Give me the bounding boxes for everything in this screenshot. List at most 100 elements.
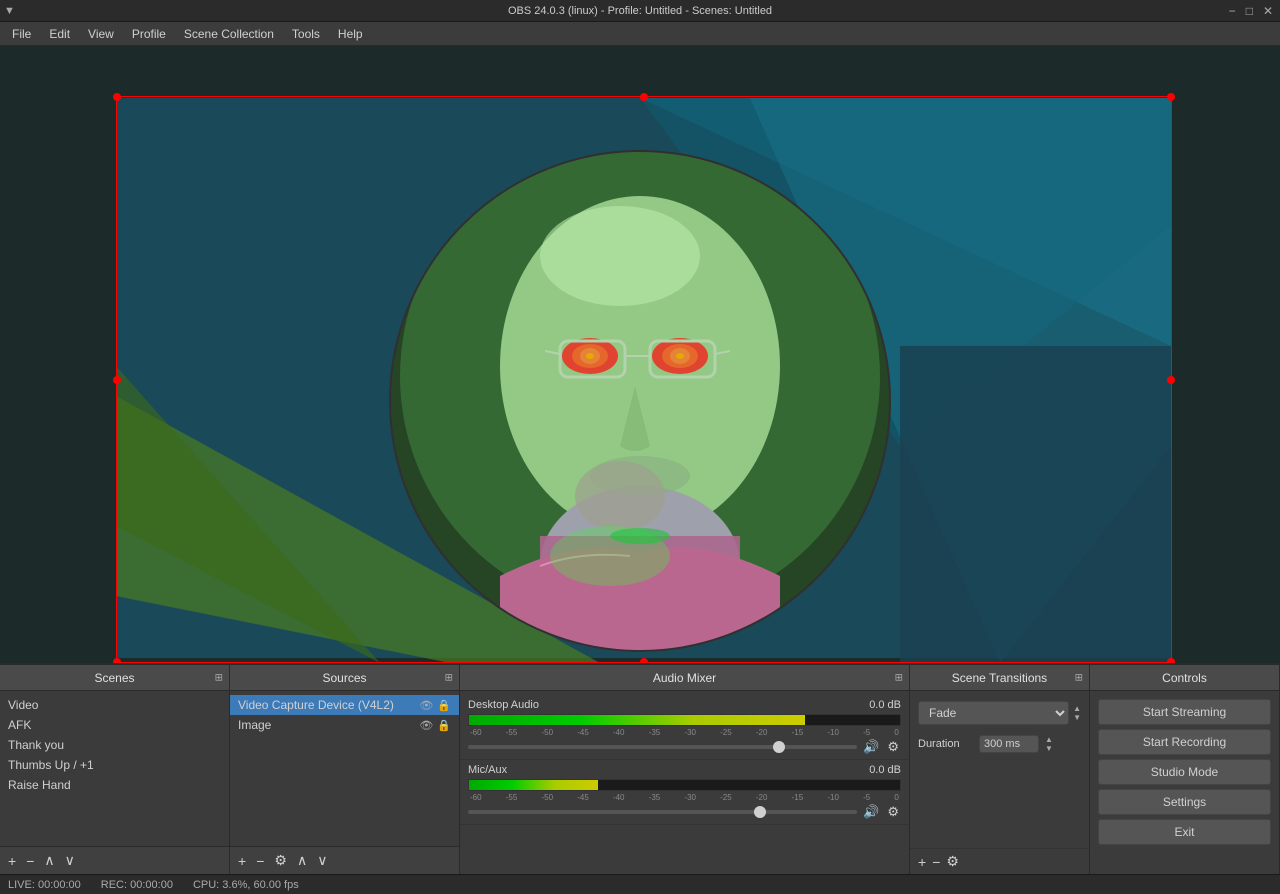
menu-view[interactable]: View [80, 25, 122, 43]
transitions-title: Scene Transitions [952, 671, 1047, 685]
desktop-audio-meter [468, 714, 901, 726]
mic-volume-slider[interactable] [468, 810, 857, 814]
tick: -40 [613, 728, 625, 737]
mic-aux-meter [468, 779, 901, 791]
eye-icon[interactable]: 👁 [419, 699, 433, 712]
desktop-audio-bar [469, 715, 805, 725]
start-streaming-button[interactable]: Start Streaming [1098, 699, 1271, 725]
rec-status: REC: 00:00:00 [101, 879, 173, 891]
duration-input[interactable] [979, 735, 1039, 753]
duration-down-arrow[interactable]: ▼ [1045, 745, 1053, 753]
source-item-video-capture[interactable]: Video Capture Device (V4L2) 👁 🔒 [230, 695, 459, 715]
scenes-expand-icon[interactable]: ⊞ [215, 672, 223, 683]
audio-channel-desktop-header: Desktop Audio 0.0 dB [468, 699, 901, 711]
sources-up-button[interactable]: ∧ [295, 852, 309, 869]
scenes-remove-button[interactable]: − [24, 853, 36, 869]
scenes-down-button[interactable]: ∨ [63, 852, 77, 869]
mic-volume-thumb[interactable] [754, 806, 766, 818]
sources-down-button[interactable]: ∨ [315, 852, 329, 869]
sources-expand-icon[interactable]: ⊞ [445, 672, 453, 683]
sources-panel-header: Sources ⊞ [230, 665, 459, 691]
desktop-settings-button[interactable]: ⚙ [885, 739, 901, 755]
menu-profile[interactable]: Profile [124, 25, 174, 43]
source-label-video-capture: Video Capture Device (V4L2) [238, 698, 394, 712]
audio-channel-mic: Mic/Aux 0.0 dB -60 -55 -50 -45 -40 -35 -… [460, 760, 909, 825]
sources-remove-button[interactable]: − [254, 853, 266, 869]
mic-aux-ticks: -60 -55 -50 -45 -40 -35 -30 -25 -20 -15 … [468, 793, 901, 802]
tick: -5 [863, 728, 870, 737]
tick: 0 [894, 793, 898, 802]
transitions-panel: Scene Transitions ⊞ Fade Cut Swipe Slide… [910, 665, 1090, 874]
desktop-audio-controls: 🔊 ⚙ [468, 739, 901, 755]
controls-panel-header: Controls [1090, 665, 1279, 691]
tick: -45 [577, 793, 589, 802]
menu-edit[interactable]: Edit [41, 25, 78, 43]
scene-item-video[interactable]: Video [0, 695, 229, 715]
mic-aux-db: 0.0 dB [869, 764, 901, 776]
transition-up-arrow[interactable]: ▲ [1073, 705, 1081, 713]
tick: -50 [541, 793, 553, 802]
tick: -20 [756, 728, 768, 737]
source-item-image[interactable]: Image 👁 🔒 [230, 715, 459, 735]
transitions-expand-icon[interactable]: ⊞ [1075, 672, 1083, 683]
live-status: LIVE: 00:00:00 [8, 879, 81, 891]
duration-row: Duration ▲ ▼ [910, 731, 1089, 757]
lock-icon[interactable]: 🔒 [437, 699, 451, 712]
tick: -20 [756, 793, 768, 802]
scenes-panel-header: Scenes ⊞ [0, 665, 229, 691]
audio-mixer-expand-icon[interactable]: ⊞ [895, 672, 903, 683]
desktop-audio-ticks: -60 -55 -50 -45 -40 -35 -30 -25 -20 -15 … [468, 728, 901, 737]
menu-scene-collection[interactable]: Scene Collection [176, 25, 282, 43]
mic-aux-label: Mic/Aux [468, 764, 507, 776]
exit-button[interactable]: Exit [1098, 819, 1271, 845]
window-title: OBS 24.0.3 (linux) - Profile: Untitled -… [508, 5, 772, 17]
transition-down-arrow[interactable]: ▼ [1073, 714, 1081, 722]
mic-settings-button[interactable]: ⚙ [885, 804, 901, 820]
scene-item-raisehand[interactable]: Raise Hand [0, 775, 229, 795]
duration-up-arrow[interactable]: ▲ [1045, 736, 1053, 744]
eye-icon-image[interactable]: 👁 [419, 719, 433, 732]
maximize-button[interactable]: □ [1243, 4, 1256, 18]
scene-item-thankyou[interactable]: Thank you [0, 735, 229, 755]
start-recording-button[interactable]: Start Recording [1098, 729, 1271, 755]
minimize-button[interactable]: − [1226, 4, 1239, 18]
sources-footer: + − ⚙ ∧ ∨ [230, 846, 459, 874]
sources-settings-button[interactable]: ⚙ [272, 852, 289, 869]
tick: -55 [506, 728, 518, 737]
transitions-remove-button[interactable]: − [932, 854, 940, 870]
mic-mute-button[interactable]: 🔊 [861, 804, 881, 820]
transitions-settings-button[interactable]: ⚙ [946, 853, 959, 870]
duration-label: Duration [918, 738, 973, 750]
lock-icon-image[interactable]: 🔒 [437, 719, 451, 732]
scenes-up-button[interactable]: ∧ [42, 852, 56, 869]
sources-list: Video Capture Device (V4L2) 👁 🔒 Image 👁 … [230, 691, 459, 846]
close-button[interactable]: ✕ [1260, 4, 1276, 18]
scene-item-afk[interactable]: AFK [0, 715, 229, 735]
menu-help[interactable]: Help [330, 25, 371, 43]
scenes-panel: Scenes ⊞ Video AFK Thank you Thumbs Up /… [0, 665, 230, 874]
settings-button[interactable]: Settings [1098, 789, 1271, 815]
audio-mixer-header: Audio Mixer ⊞ [460, 665, 909, 691]
audio-channel-mic-header: Mic/Aux 0.0 dB [468, 764, 901, 776]
preview-area [0, 46, 1280, 663]
tick: -5 [863, 793, 870, 802]
transition-select-row: Fade Cut Swipe Slide ▲ ▼ [910, 695, 1089, 731]
desktop-audio-db: 0.0 dB [869, 699, 901, 711]
tick: -40 [613, 793, 625, 802]
scene-item-thumbsup[interactable]: Thumbs Up / +1 [0, 755, 229, 775]
sources-add-button[interactable]: + [236, 853, 248, 869]
mic-audio-controls: 🔊 ⚙ [468, 804, 901, 820]
desktop-volume-thumb[interactable] [773, 741, 785, 753]
desktop-volume-slider[interactable] [468, 745, 857, 749]
desktop-mute-button[interactable]: 🔊 [861, 739, 881, 755]
studio-mode-button[interactable]: Studio Mode [1098, 759, 1271, 785]
menu-tools[interactable]: Tools [284, 25, 328, 43]
title-bar: ▼ OBS 24.0.3 (linux) - Profile: Untitled… [0, 0, 1280, 22]
transition-select-dropdown[interactable]: Fade Cut Swipe Slide [918, 701, 1069, 725]
audio-mixer-content: Desktop Audio 0.0 dB -60 -55 -50 -45 -40… [460, 691, 909, 874]
transitions-add-button[interactable]: + [918, 854, 926, 870]
scenes-add-button[interactable]: + [6, 853, 18, 869]
source-icons-video: 👁 🔒 [419, 699, 451, 712]
tick: -15 [792, 728, 804, 737]
menu-file[interactable]: File [4, 25, 39, 43]
